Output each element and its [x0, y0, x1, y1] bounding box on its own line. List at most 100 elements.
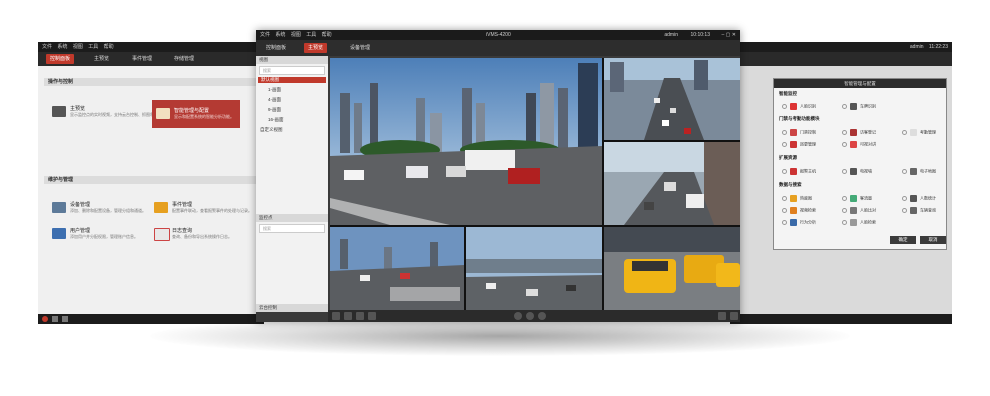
menu-system[interactable]: 系统: [57, 44, 67, 50]
video-cell-4[interactable]: [330, 227, 464, 310]
menu-file[interactable]: 文件: [260, 32, 270, 38]
main-view-window: 文件 系统 视图 工具 帮助 iVMS-4200 admin 10:10:13 …: [256, 30, 740, 322]
layout-icon[interactable]: [332, 312, 340, 320]
option-people-flow[interactable]: 客流量: [842, 195, 872, 202]
option-patrol[interactable]: 巡更管理: [782, 141, 816, 148]
control-panel-window: 文件 系统 视图 工具 帮助 控制面板 主预览 事件管理 存储管理 操作与控制 …: [38, 42, 264, 324]
left-tab-bar: 控制面板 主预览 事件管理 存储管理: [38, 52, 264, 66]
menu-tools[interactable]: 工具: [306, 32, 316, 38]
right-status-bar: [730, 314, 952, 324]
menu-system[interactable]: 系统: [275, 32, 285, 38]
camera-panel-header: 监控点: [256, 214, 328, 222]
menu-help[interactable]: 帮助: [322, 32, 332, 38]
user-icon: [52, 228, 66, 239]
view-search-input[interactable]: 搜索: [259, 66, 325, 75]
section-operation: 操作与控制: [44, 78, 258, 86]
menu-view[interactable]: 视图: [73, 44, 83, 50]
tree-9-split[interactable]: 9-画面: [268, 107, 281, 113]
tab-event-management[interactable]: 事件管理: [128, 54, 156, 64]
screen-icon[interactable]: [718, 312, 726, 320]
option-heatmap[interactable]: 热度图: [782, 195, 812, 202]
video-cell-5[interactable]: [466, 227, 602, 310]
option-face-compare[interactable]: 人脸比对: [842, 207, 876, 214]
option-intercom[interactable]: 可视对讲: [842, 141, 876, 148]
option-face[interactable]: 人脸识别: [782, 103, 816, 110]
option-video-search[interactable]: 视频检索: [782, 207, 816, 214]
ok-button[interactable]: 确定: [890, 236, 916, 244]
menu-help[interactable]: 帮助: [104, 44, 114, 50]
tab-control-panel[interactable]: 控制面板: [262, 43, 290, 53]
menu-tools[interactable]: 工具: [88, 44, 98, 50]
volume-icon[interactable]: [538, 312, 546, 320]
item-desc: 添加用户并分配权限，管理账户信息。: [70, 234, 138, 239]
option-emap[interactable]: 电子地图: [902, 168, 936, 175]
option-attendance[interactable]: 考勤管理: [902, 129, 936, 136]
current-user: admin: [664, 32, 678, 38]
option-video-wall[interactable]: 电视墙: [842, 168, 872, 175]
video-cell-1[interactable]: [330, 58, 602, 225]
option-alarm-host[interactable]: 报警主机: [782, 168, 816, 175]
center-tab-bar: 控制面板 主预览 设备管理: [256, 40, 740, 56]
event-icon: [154, 202, 168, 213]
menu-file[interactable]: 文件: [42, 44, 52, 50]
clock: 10:10:13: [690, 32, 710, 38]
tab-main-view[interactable]: 主预览: [304, 43, 328, 53]
center-title-bar: 文件 系统 视图 工具 帮助 iVMS-4200 admin 10:10:13 …: [256, 30, 740, 40]
video-cell-3[interactable]: [604, 142, 740, 225]
playback-control-bar: [328, 310, 740, 322]
tree-custom-view[interactable]: 自定义视图: [260, 127, 283, 133]
option-visitor[interactable]: 访客登记: [842, 129, 876, 136]
item-desc: 添加、删除和配置设备，管理分组和通道。: [70, 208, 146, 213]
sound-icon[interactable]: [62, 316, 68, 322]
left-title-bar: 文件 系统 视图 工具 帮助: [38, 42, 264, 52]
tree-4-split[interactable]: 4-画面: [268, 97, 281, 103]
video-grid: [330, 58, 740, 310]
item-desc: 查询、备份和导出系统操作日志。: [172, 234, 232, 239]
tree-default-view[interactable]: 默认视图: [258, 77, 326, 83]
smart-management-tile[interactable]: 智能管理与配置 显示和配置系统的智能分析功能。: [152, 100, 240, 128]
street-traffic-image: [604, 142, 740, 225]
alarm-icon[interactable]: [42, 316, 48, 322]
log-icon: [154, 228, 170, 241]
cancel-button[interactable]: 取消: [920, 236, 946, 244]
view-panel-header: 视图: [256, 56, 328, 64]
tile-desc: 显示和配置系统的智能分析功能。: [174, 114, 234, 119]
right-user: admin: [909, 44, 924, 50]
dialog-section: 数据与搜索: [779, 182, 802, 187]
option-access[interactable]: 门禁控制: [782, 129, 816, 136]
right-tab-bar: [730, 52, 952, 66]
dialog-section: 智能监控: [779, 91, 797, 96]
option-face-search[interactable]: 人脸检索: [842, 219, 876, 226]
fullscreen-icon[interactable]: [344, 312, 352, 320]
camera-search-input[interactable]: 搜索: [259, 224, 325, 233]
right-title-bar: admin 11:22:23: [730, 42, 952, 52]
option-behavior[interactable]: 行为分析: [782, 219, 816, 226]
tree-16-split[interactable]: 16-画面: [268, 117, 284, 123]
window-controls[interactable]: – ▢ ✕: [722, 30, 736, 40]
option-vehicle[interactable]: 车辆查询: [902, 207, 936, 214]
notify-icon[interactable]: [52, 316, 58, 322]
tab-device-management[interactable]: 设备管理: [346, 43, 374, 53]
taxi-street-image: [604, 227, 740, 310]
record-icon[interactable]: [526, 312, 534, 320]
video-cell-2[interactable]: [604, 58, 740, 140]
capture-icon[interactable]: [514, 312, 522, 320]
main-view-item[interactable]: 主预览 显示监控点的实时视频，支持云台控制、抓图和录像等功能。: [52, 106, 178, 126]
item-desc: 配置事件联动，查看报警事件的处理与记录。: [172, 208, 252, 213]
smart-config-dialog: 智能管理与配置 智能监控 人脸识别 车牌识别 门禁与考勤功能模块 门禁控制 访客…: [773, 78, 947, 250]
tab-main-view[interactable]: 主预览: [90, 54, 113, 64]
close-icon[interactable]: [730, 312, 738, 320]
app-title: iVMS-4200: [486, 32, 511, 38]
option-plate[interactable]: 车牌识别: [842, 103, 876, 110]
video-cell-6[interactable]: [604, 227, 740, 310]
dialog-title: 智能管理与配置: [774, 79, 946, 88]
highway-image: [466, 227, 602, 310]
menu-view[interactable]: 视图: [291, 32, 301, 38]
tree-1-split[interactable]: 1-画面: [268, 87, 281, 93]
option-counting[interactable]: 人数统计: [902, 195, 936, 202]
stop-all-icon[interactable]: [356, 312, 364, 320]
add-icon[interactable]: [368, 312, 376, 320]
left-status-bar: [38, 314, 264, 324]
tab-storage[interactable]: 存储管理: [170, 54, 198, 64]
tab-control-panel[interactable]: 控制面板: [46, 54, 75, 64]
